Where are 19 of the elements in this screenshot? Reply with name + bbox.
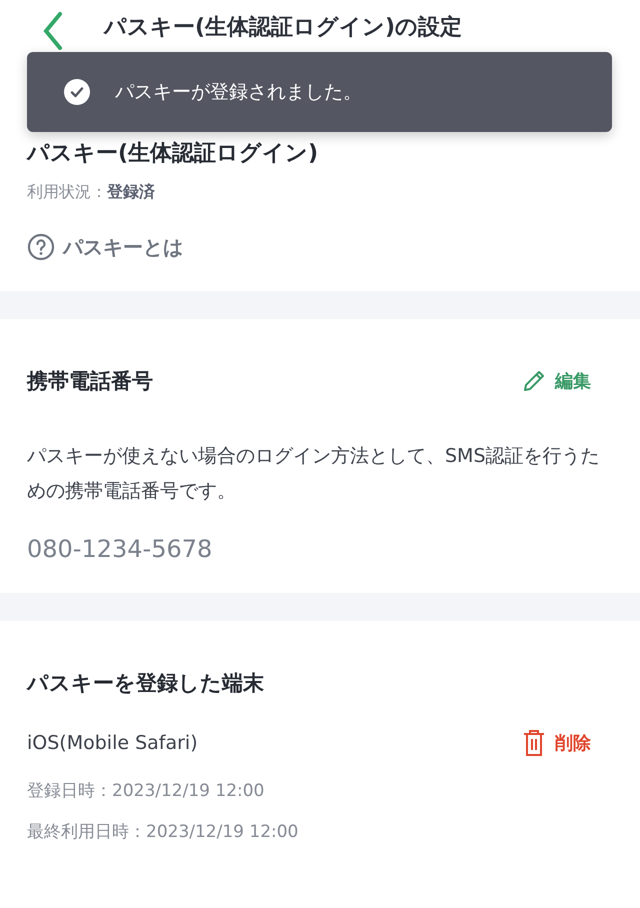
status-label: 利用状況：	[27, 182, 107, 203]
help-icon	[27, 233, 55, 261]
toast-message: パスキーが登録されました。	[115, 80, 362, 105]
phone-number: 080-1234-5678	[27, 535, 214, 563]
status-value: 登録済	[107, 182, 155, 203]
device-name: iOS(Mobile Safari)	[27, 732, 198, 754]
last-used-date: 最終利用日時：2023/12/19 12:00	[27, 821, 300, 843]
check-icon	[63, 78, 91, 106]
section-title: パスキーを登録した端末	[27, 670, 265, 697]
pencil-icon	[521, 368, 547, 394]
edit-button[interactable]: 編集	[521, 368, 591, 394]
delete-button[interactable]: 削除	[523, 729, 591, 757]
description: パスキーが使えない場合のログイン方法として、SMS認証を行うための携帯電話番号です。	[27, 444, 601, 504]
help-link[interactable]: パスキーとは	[27, 233, 183, 261]
section-title: 携帯電話番号	[27, 368, 153, 395]
page-title: パスキー(生体認証ログイン)の設定	[104, 14, 462, 42]
section-title: パスキー(生体認証ログイン)	[27, 140, 320, 168]
trash-icon	[523, 729, 545, 757]
registered-date: 登録日時：2023/12/19 12:00	[27, 780, 266, 802]
